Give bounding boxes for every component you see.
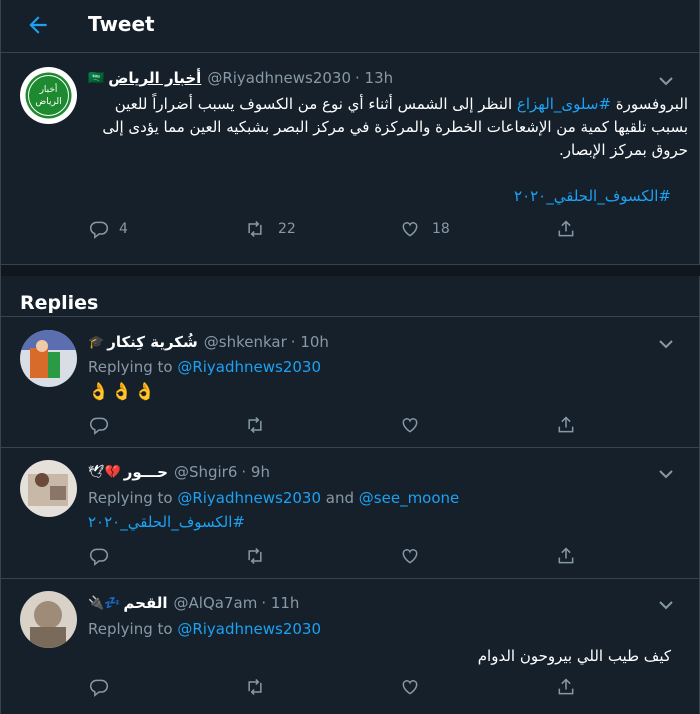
author-name[interactable]: أخبار الرياض — [108, 69, 201, 87]
hashtag-link[interactable]: #الكسوف_الحلقي_٢٠٢٠ — [88, 513, 245, 531]
author-line: 🔌💤 القحم @AlQa7am · 11h — [88, 594, 299, 612]
share-button[interactable] — [556, 546, 576, 566]
reply-count: 4 — [119, 221, 128, 237]
hashtag-link[interactable]: #الكسوف_الحلقي_٢٠٢٠ — [381, 185, 671, 208]
avatar-logo-line-2: الرياض — [35, 97, 61, 107]
reply-tweet[interactable]: 🕊💔 حـــور @Shgir6 · 9h Replying to @Riya… — [1, 449, 700, 579]
author-handle[interactable]: @shkenkar — [204, 333, 287, 351]
reply-button[interactable] — [89, 677, 109, 697]
share-icon — [558, 220, 574, 237]
retweet-button[interactable] — [244, 546, 266, 566]
replies-heading: Replies — [20, 292, 99, 314]
author-handle[interactable]: @AlQa7am — [174, 594, 258, 612]
retweet-icon — [248, 416, 262, 434]
share-icon — [558, 678, 574, 695]
author-handle[interactable]: @Shgir6 — [174, 463, 237, 481]
like-icon — [402, 549, 418, 564]
tweet-time[interactable]: · 11h — [261, 594, 299, 612]
like-icon — [402, 418, 418, 433]
share-icon — [558, 416, 574, 433]
reply-tweet[interactable]: 🎓 شُكرية كِنكار @shkenkar · 10h Replying… — [1, 318, 700, 448]
arrow-left-icon[interactable] — [25, 12, 51, 38]
like-button[interactable] — [400, 546, 420, 566]
replies-section-header: Replies — [1, 265, 700, 317]
reply-icon — [89, 679, 109, 697]
avatar[interactable] — [20, 591, 77, 648]
replying-to-line: Replying to @Riyadhnews2030 and @see_moo… — [88, 489, 459, 507]
reply-button[interactable]: 4 — [89, 219, 128, 239]
tweet-time[interactable]: · 9h — [241, 463, 270, 481]
reply-button[interactable] — [89, 415, 109, 435]
share-button[interactable] — [556, 677, 576, 697]
mention-link[interactable]: @Riyadhnews2030 — [177, 489, 321, 507]
mention-link[interactable]: @Riyadhnews2030 — [177, 358, 321, 376]
share-button[interactable] — [556, 219, 576, 239]
dove-heart-emoji-icon: 🕊💔 — [88, 464, 121, 480]
main-tweet[interactable]: أخبار الرياض 🇸🇦 أخبار الرياض @Riyadhnews… — [1, 53, 700, 265]
like-button[interactable] — [400, 415, 420, 435]
tweet-text: البروفسورة #سلوى_الهزاع النظر إلى الشمس … — [88, 93, 688, 162]
author-line: 🇸🇦 أخبار الرياض @Riyadhnews2030 · 13h — [88, 69, 393, 87]
retweet-button[interactable] — [244, 415, 266, 435]
reply-text: كيف طيب اللي بيروحون الدوام — [477, 647, 671, 665]
replying-to-label: Replying to — [88, 489, 178, 507]
reply-button[interactable] — [89, 546, 109, 566]
reply-tweet[interactable]: 🔌💤 القحم @AlQa7am · 11h Replying to @Riy… — [1, 580, 700, 714]
chevron-down-icon[interactable] — [657, 75, 675, 87]
avatar[interactable]: أخبار الرياض — [20, 67, 77, 124]
author-name[interactable]: القحم — [123, 594, 167, 612]
author-name[interactable]: شُكرية كِنكار — [107, 333, 198, 351]
avatar-logo-line-1: أخبار — [39, 83, 58, 95]
author-line: 🎓 شُكرية كِنكار @shkenkar · 10h — [88, 333, 329, 351]
plug-zzz-emoji-icon: 🔌💤 — [88, 595, 121, 611]
like-count: 18 — [432, 221, 450, 237]
chevron-down-icon[interactable] — [657, 338, 675, 350]
share-button[interactable] — [556, 415, 576, 435]
tweet-thread-page: Tweet أخبار الرياض 🇸🇦 أخبار الرياض @Riya… — [0, 0, 700, 714]
reply-icon — [89, 221, 109, 239]
like-icon — [402, 222, 418, 237]
replying-to-line: Replying to @Riyadhnews2030 — [88, 358, 321, 376]
mention-link[interactable]: @see_moone — [359, 489, 459, 507]
mention-link[interactable]: @Riyadhnews2030 — [177, 620, 321, 638]
chevron-down-icon[interactable] — [657, 599, 675, 611]
top-bar: Tweet — [1, 0, 700, 53]
replying-and-label: and — [321, 489, 359, 507]
reply-text: 👌👌👌 — [88, 382, 158, 402]
hashtag-link[interactable]: #سلوى_الهزاع — [517, 95, 611, 113]
replying-to-label: Replying to — [88, 620, 178, 638]
graduation-cap-emoji-icon: 🎓 — [88, 334, 105, 350]
tweet-text-prefix: البروفسورة — [611, 95, 688, 113]
share-icon — [558, 547, 574, 564]
avatar[interactable] — [20, 330, 77, 387]
flag-icon: 🇸🇦 — [88, 70, 105, 86]
replying-to-line: Replying to @Riyadhnews2030 — [88, 620, 321, 638]
replying-to-label: Replying to — [88, 358, 178, 376]
reply-icon — [89, 548, 109, 566]
tweet-time[interactable]: · 13h — [355, 69, 393, 87]
page-title: Tweet — [88, 12, 155, 36]
like-icon — [402, 680, 418, 695]
retweet-icon — [248, 220, 262, 238]
retweet-icon — [248, 547, 262, 565]
like-button[interactable]: 18 — [400, 219, 450, 239]
author-handle[interactable]: @Riyadhnews2030 — [207, 69, 351, 87]
retweet-button[interactable] — [244, 677, 266, 697]
retweet-icon — [248, 678, 262, 696]
avatar[interactable] — [20, 460, 77, 517]
reply-icon — [89, 417, 109, 435]
author-name[interactable]: حـــور — [124, 463, 168, 481]
like-button[interactable] — [400, 677, 420, 697]
tweet-time[interactable]: · 10h — [291, 333, 329, 351]
author-line: 🕊💔 حـــور @Shgir6 · 9h — [88, 463, 270, 481]
retweet-button[interactable]: 22 — [244, 219, 296, 239]
chevron-down-icon[interactable] — [657, 468, 675, 480]
retweet-count: 22 — [278, 221, 296, 237]
